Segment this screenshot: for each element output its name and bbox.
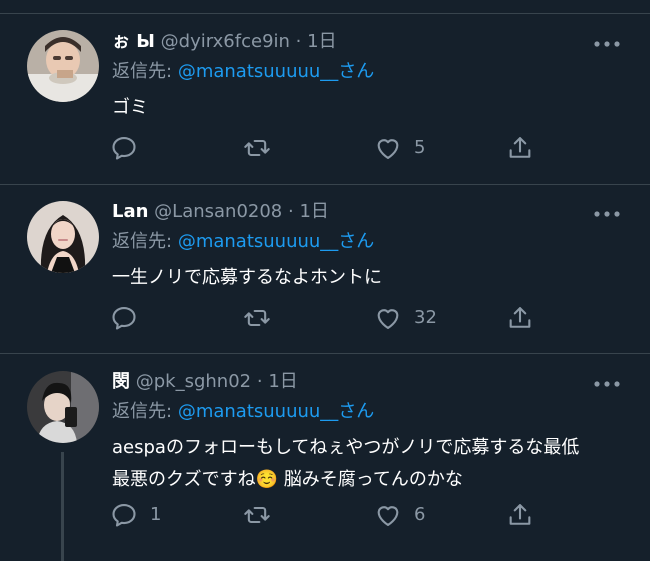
like-count: 32 bbox=[414, 307, 437, 328]
reply-icon bbox=[112, 137, 136, 160]
replying-to: 返信先: @manatsuuuuu__さん bbox=[112, 230, 374, 254]
like-count: 6 bbox=[414, 504, 426, 525]
reply-button[interactable]: 1 bbox=[110, 501, 161, 529]
tweet-2[interactable]: Lan @Lansan0208 · 1日 返信先: @manatsuuuuu__… bbox=[0, 185, 650, 353]
avatar-image bbox=[27, 201, 99, 273]
timestamp[interactable]: 1日 bbox=[299, 201, 328, 222]
reply-button[interactable] bbox=[110, 304, 150, 332]
like-icon bbox=[377, 139, 399, 159]
more-icon[interactable] bbox=[592, 206, 622, 220]
reply-count: 1 bbox=[150, 504, 162, 525]
thread-line bbox=[61, 452, 64, 561]
tweet-text: 一生ノリで応募するなよホントに bbox=[112, 262, 632, 294]
reply-to-link[interactable]: @manatsuuuuu__さん bbox=[178, 231, 374, 252]
share-icon bbox=[509, 307, 531, 328]
user-handle[interactable]: @pk_sghn02 bbox=[136, 371, 251, 392]
display-name[interactable]: 閔 bbox=[112, 371, 130, 392]
avatar-image bbox=[27, 371, 99, 443]
like-icon bbox=[377, 506, 399, 526]
user-handle[interactable]: @dyirx6fce9in bbox=[161, 31, 290, 52]
more-icon[interactable] bbox=[592, 376, 622, 390]
more-icon[interactable] bbox=[592, 36, 622, 50]
retweet-button[interactable] bbox=[243, 304, 283, 332]
share-button[interactable] bbox=[506, 304, 534, 332]
tweet-header: Lan @Lansan0208 · 1日 bbox=[112, 200, 329, 224]
replying-to: 返信先: @manatsuuuuu__さん bbox=[112, 400, 374, 424]
tweet-header: ぉ Ы @dyirx6fce9in · 1日 bbox=[112, 30, 337, 54]
retweet-icon bbox=[244, 506, 270, 524]
share-button[interactable] bbox=[506, 501, 534, 529]
reply-prefix: 返信先: bbox=[112, 61, 173, 82]
like-icon bbox=[377, 309, 399, 329]
reply-feed: ぉ Ы @dyirx6fce9in · 1日 返信先: @manatsuuuuu… bbox=[0, 0, 650, 561]
tweet-text-line: ゴミ bbox=[112, 97, 148, 118]
replying-to: 返信先: @manatsuuuuu__さん bbox=[112, 60, 374, 84]
display-name[interactable]: Lan bbox=[112, 201, 148, 222]
retweet-icon bbox=[244, 139, 270, 157]
reply-button[interactable] bbox=[110, 134, 150, 162]
like-button[interactable]: 6 bbox=[374, 501, 425, 529]
tweet-3[interactable]: 閔 @pk_sghn02 · 1日 返信先: @manatsuuuuu__さん … bbox=[0, 354, 650, 561]
reply-prefix: 返信先: bbox=[112, 401, 173, 422]
tweet-header: 閔 @pk_sghn02 · 1日 bbox=[112, 370, 298, 394]
retweet-icon bbox=[244, 309, 270, 327]
user-handle[interactable]: @Lansan0208 bbox=[154, 201, 282, 222]
tweet-text: ゴミ bbox=[112, 92, 632, 124]
avatar-image bbox=[27, 30, 99, 102]
tweet-text: aespaのフォローもしてねぇやつがノリで応募するな最低 最悪のクズですね☺️ … bbox=[112, 432, 632, 496]
share-button[interactable] bbox=[506, 134, 534, 162]
reply-icon bbox=[112, 307, 136, 330]
reply-to-link[interactable]: @manatsuuuuu__さん bbox=[178, 401, 374, 422]
retweet-button[interactable] bbox=[243, 134, 283, 162]
reply-prefix: 返信先: bbox=[112, 231, 173, 252]
separator: · bbox=[288, 201, 294, 222]
display-name[interactable]: ぉ Ы bbox=[112, 31, 155, 52]
timestamp[interactable]: 1日 bbox=[268, 371, 297, 392]
share-icon bbox=[509, 504, 531, 525]
like-button[interactable]: 5 bbox=[374, 134, 425, 162]
avatar[interactable] bbox=[27, 30, 99, 102]
tweet-text-line: aespaのフォローもしてねぇやつがノリで応募するな最低 bbox=[112, 437, 580, 458]
tweet-text-line: 一生ノリで応募するなよホントに bbox=[112, 267, 382, 288]
retweet-button[interactable] bbox=[243, 501, 283, 529]
tweet-1[interactable]: ぉ Ы @dyirx6fce9in · 1日 返信先: @manatsuuuuu… bbox=[0, 0, 650, 184]
timestamp[interactable]: 1日 bbox=[307, 31, 336, 52]
tweet-text-line: 最悪のクズですね☺️ 脳みそ腐ってんのかな bbox=[112, 469, 463, 490]
avatar[interactable] bbox=[27, 371, 99, 443]
like-count: 5 bbox=[414, 137, 426, 158]
reply-to-link[interactable]: @manatsuuuuu__さん bbox=[178, 61, 374, 82]
reply-icon bbox=[112, 504, 136, 527]
share-icon bbox=[509, 137, 531, 158]
separator: · bbox=[256, 371, 263, 392]
avatar[interactable] bbox=[27, 201, 99, 273]
like-button[interactable]: 32 bbox=[374, 304, 437, 332]
separator: · bbox=[295, 31, 302, 52]
